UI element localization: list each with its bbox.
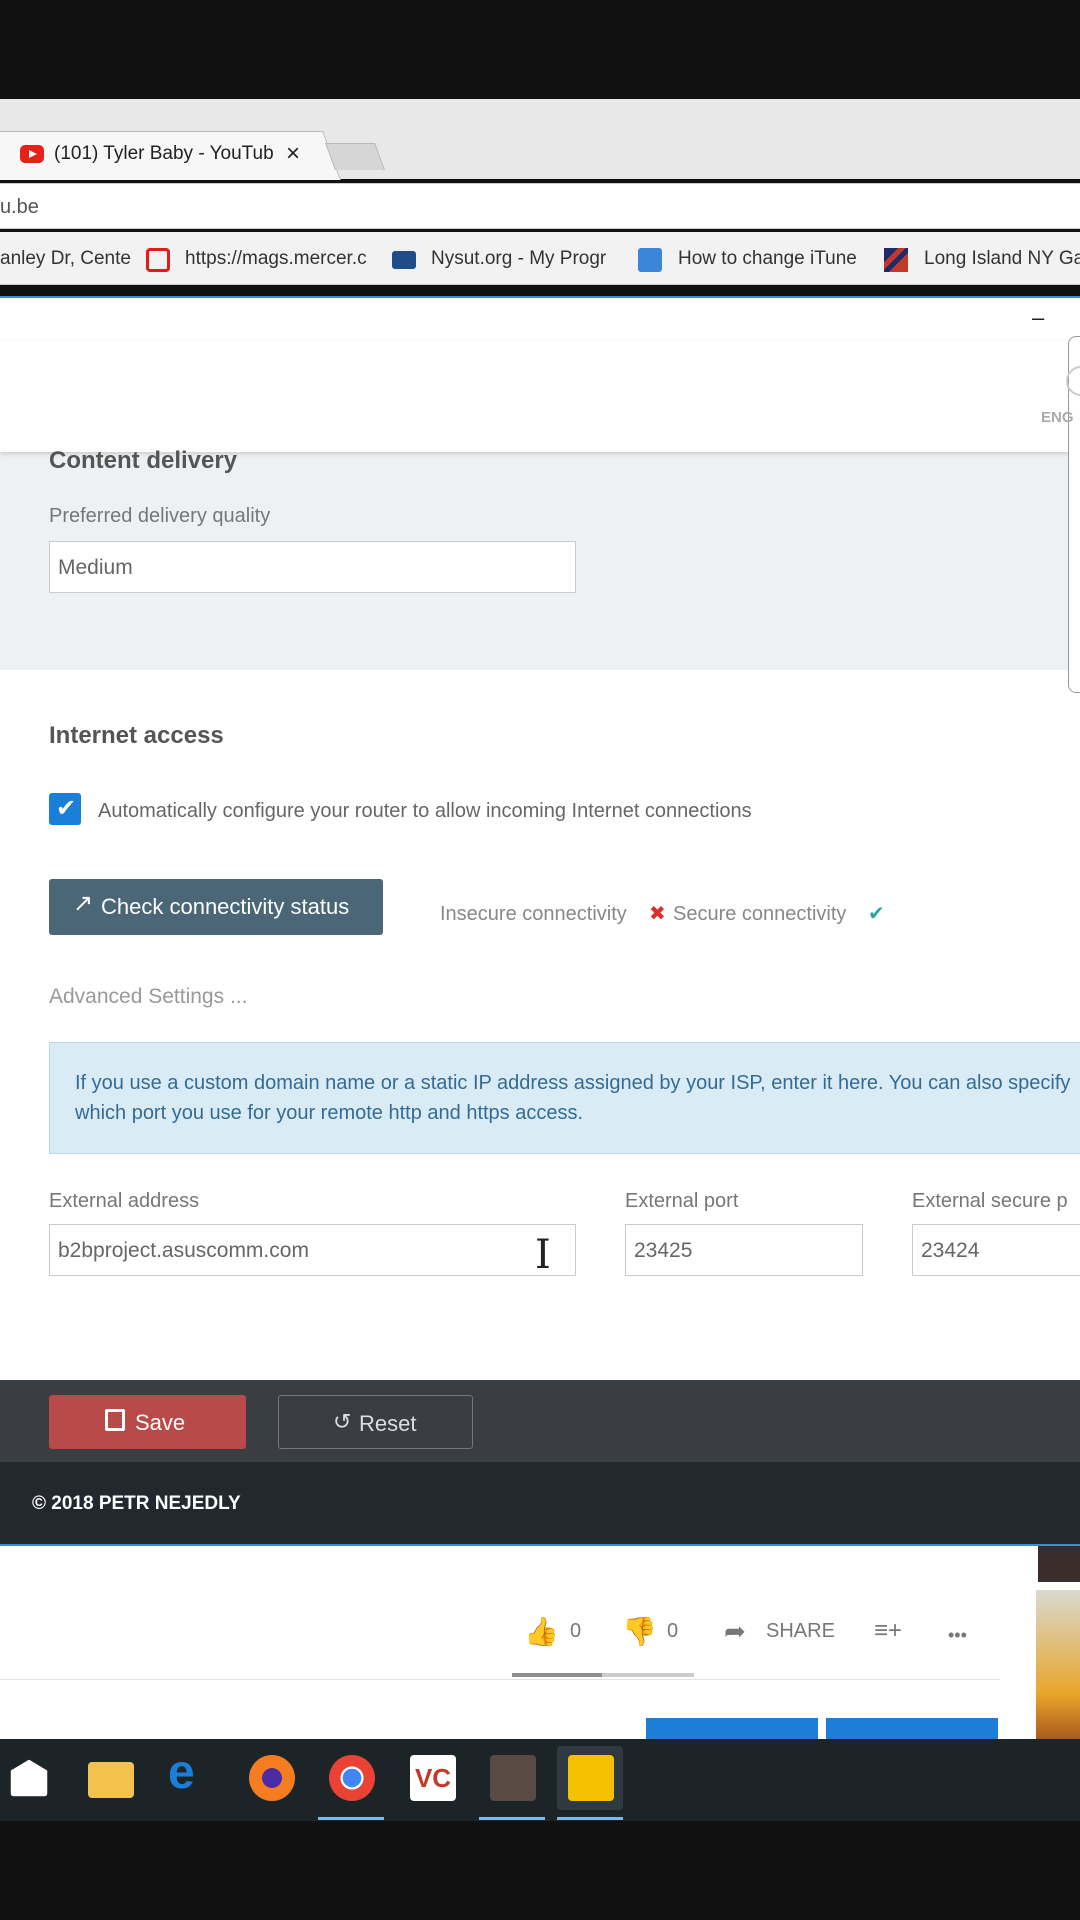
new-tab-button[interactable] [325,143,385,170]
check-icon: ✔ [868,903,885,925]
screen-bezel [0,1821,1080,1920]
tab-title: (101) Tyler Baby - YouTub [54,143,274,164]
advanced-settings-link[interactable]: Advanced Settings ... [49,985,247,1009]
internet-access-heading: Internet access [49,722,224,749]
chrome-active-indicator [318,1817,384,1820]
external-address-input[interactable]: b2bproject.asuscomm.com [49,1224,576,1276]
reset-button[interactable]: ↺ Reset [278,1395,473,1449]
share-icon[interactable]: ➦ [724,1616,746,1647]
sync-active-indicator [557,1817,623,1820]
reset-label: Reset [359,1411,417,1436]
edge-icon[interactable]: e [168,1745,214,1799]
nysut-icon [392,251,416,269]
checkmark-icon: ✔ [56,795,77,822]
info-text: If you use a custom domain name or a sta… [75,1072,1071,1124]
dislike-icon[interactable]: 👎 [622,1615,657,1648]
auto-config-label: Automatically configure your router to a… [98,800,752,822]
taskbar [0,1739,1080,1821]
floppy-disk-icon [105,1409,125,1431]
external-secure-port-label: External secure p [912,1190,1068,1212]
video-thumbnail[interactable] [1038,1546,1080,1582]
app-active-indicator [479,1817,545,1820]
minimize-button[interactable]: – [1032,305,1044,331]
share-label[interactable]: SHARE [766,1620,835,1643]
more-actions-button[interactable]: ••• [948,1625,967,1646]
flag-icon [884,248,908,272]
bookmark-item[interactable]: Nysut.org - My Progr [431,248,606,270]
external-link-icon: ↗ [73,890,94,917]
like-icon[interactable]: 👍 [524,1615,559,1648]
clipboard-app-icon[interactable] [490,1755,536,1801]
bookmark-item[interactable]: Long Island NY Ga [924,248,1080,270]
save-label: Save [135,1410,186,1435]
like-bar [512,1673,602,1677]
external-address-label: External address [49,1190,200,1212]
oracle-icon [146,248,170,272]
bookmark-item[interactable]: https://mags.mercer.c [185,248,367,270]
video-thumbnail[interactable] [1036,1590,1080,1739]
insecure-connectivity-label: Insecure connectivity [440,903,627,925]
divider [0,1679,1000,1680]
youtube-icon [20,145,44,163]
dislike-count: 0 [667,1620,679,1642]
address-bar[interactable] [0,183,1080,229]
bookmark-item[interactable]: How to change iTune [678,248,857,270]
delivery-quality-select[interactable]: Medium [49,541,576,593]
dislike-bar [602,1673,694,1677]
content-delivery-heading: Content delivery [49,447,238,474]
vc-app-icon[interactable]: VC [410,1755,456,1801]
close-tab-icon[interactable]: × [286,140,300,168]
music-icon [638,248,662,272]
external-secure-port-input[interactable]: 23424 [912,1224,1080,1276]
edit-video-button[interactable] [826,1718,998,1740]
address-text: u.be [0,196,39,218]
save-button[interactable]: Save [49,1395,246,1449]
footer-copyright: © 2018 PETR NEJEDLY [32,1493,241,1514]
check-connectivity-label: Check connectivity status [101,894,350,919]
analytics-button[interactable] [646,1718,818,1740]
add-to-playlist-icon[interactable]: ≡+ [874,1617,902,1645]
secure-connectivity-label: Secure connectivity [673,903,847,925]
language-label: ENG [1041,409,1074,426]
bookmark-item[interactable]: anley Dr, Cente [0,248,131,270]
app-header [0,340,1080,452]
sync-app-icon[interactable] [568,1755,614,1801]
delivery-quality-label: Preferred delivery quality [49,505,271,527]
cross-icon: ✖ [649,903,666,925]
chrome-icon[interactable] [329,1755,375,1801]
reset-icon: ↺ [333,1409,352,1434]
external-port-input[interactable]: 23425 [625,1224,863,1276]
firefox-icon[interactable] [249,1755,295,1801]
file-explorer-icon[interactable] [88,1762,134,1798]
check-connectivity-button[interactable]: ↗ Check connectivity status [49,879,383,935]
text-cursor-icon: I [535,1232,551,1278]
external-port-label: External port [625,1190,739,1212]
like-count: 0 [570,1620,582,1642]
